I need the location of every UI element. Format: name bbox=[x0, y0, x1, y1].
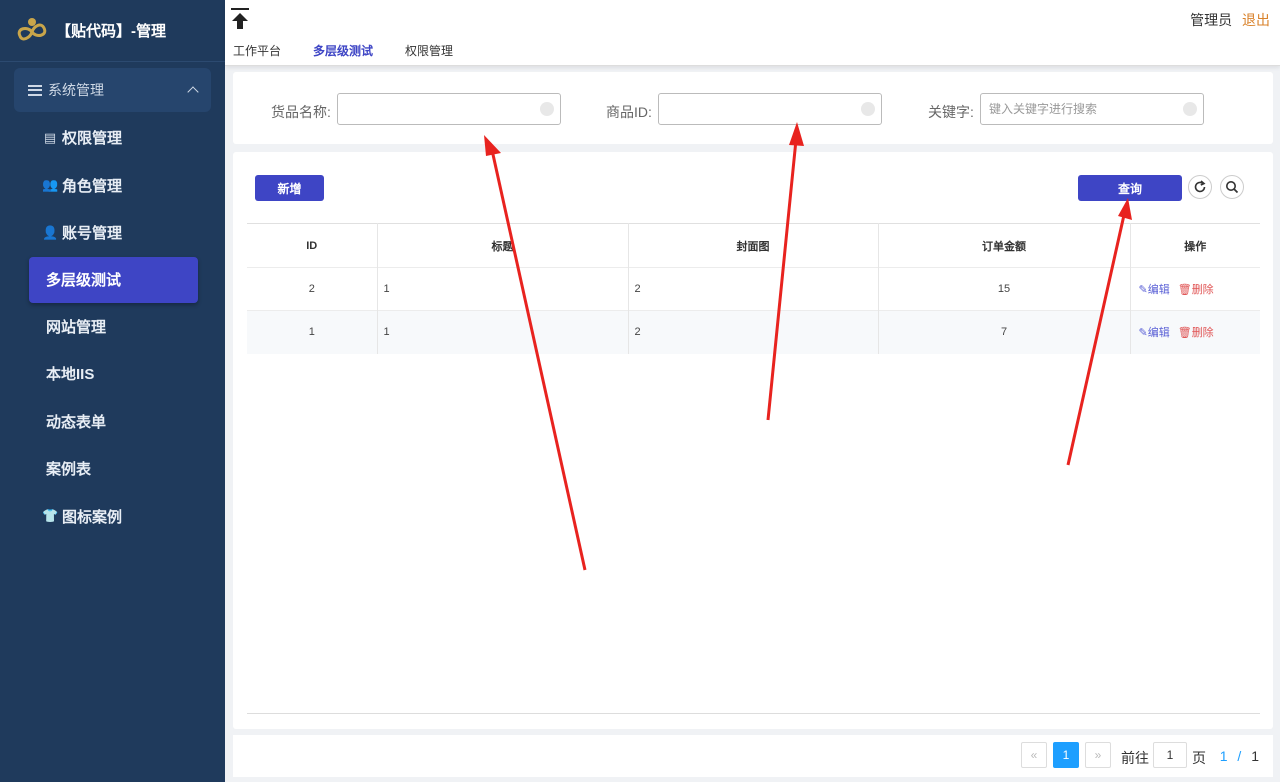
edit-link[interactable]: ✎编辑 bbox=[1139, 284, 1170, 296]
cell-id: 2 bbox=[247, 267, 378, 311]
sidebar-item-roles[interactable]: 👥 角色管理 bbox=[0, 162, 225, 210]
delete-link[interactable]: 🗑删除 bbox=[1178, 327, 1214, 339]
column-header-cover[interactable]: 封面图 bbox=[628, 223, 879, 268]
column-header-id[interactable]: ID bbox=[247, 223, 378, 268]
pagination: « 1 » 前往 1 页 1 / 1 bbox=[233, 735, 1273, 777]
tab-workbench[interactable]: 工作平台 bbox=[233, 42, 281, 59]
keyword-placeholder: 键入关键字进行搜索 bbox=[989, 102, 1098, 116]
sidebar-item-label: 案例表 bbox=[46, 461, 92, 479]
chevron-up-icon bbox=[187, 86, 199, 98]
logo-icon bbox=[17, 17, 47, 40]
sidebar-item-multilevel-test[interactable]: 多层级测试 bbox=[29, 256, 198, 303]
sidebar-item-label: 图标案例 bbox=[62, 508, 123, 526]
add-button[interactable]: 新增 bbox=[255, 175, 324, 201]
keyword-input[interactable]: 键入关键字进行搜索 bbox=[980, 93, 1204, 125]
page-count-total: 1 bbox=[1251, 748, 1259, 764]
sidebar-item-label: 权限管理 bbox=[62, 130, 123, 148]
edit-label: 编辑 bbox=[1147, 284, 1170, 296]
cell-actions: ✎编辑 🗑删除 bbox=[1130, 310, 1260, 354]
sidebar-item-dynamic-form[interactable]: 动态表单 bbox=[0, 398, 225, 446]
sidebar-item-label: 角色管理 bbox=[62, 177, 123, 195]
refresh-button[interactable] bbox=[1188, 175, 1212, 199]
edit-link[interactable]: ✎编辑 bbox=[1139, 327, 1170, 339]
tab-bar: 工作平台 多层级测试 权限管理 bbox=[233, 42, 485, 59]
top-bar: 工作平台 多层级测试 权限管理 管理员 退出 bbox=[225, 0, 1280, 66]
sidebar-item-accounts[interactable]: 👤 账号管理 bbox=[0, 209, 225, 257]
sidebar-item-label: 动态表单 bbox=[46, 413, 107, 431]
clear-icon[interactable] bbox=[861, 102, 875, 116]
delete-label: 删除 bbox=[1191, 284, 1214, 296]
cell-cover: 2 bbox=[628, 267, 879, 311]
cell-amount: 15 bbox=[878, 267, 1131, 311]
page-unit-label: 页 bbox=[1192, 750, 1206, 766]
tab-permissions[interactable]: 权限管理 bbox=[405, 42, 453, 59]
product-id-input[interactable] bbox=[658, 93, 882, 125]
sidebar-item-label: 本地IIS bbox=[46, 366, 95, 384]
cell-amount: 7 bbox=[878, 310, 1131, 354]
column-header-amount[interactable]: 订单金额 bbox=[878, 223, 1131, 268]
menu-icon bbox=[28, 84, 42, 96]
sidebar: 【贴代码】-管理 系统管理 ▤ 权限管理 👥 角色管理 👤 账号管理 多层级测试… bbox=[0, 0, 225, 782]
goto-page-input[interactable]: 1 bbox=[1153, 742, 1187, 768]
cell-actions: ✎编辑 🗑删除 bbox=[1130, 267, 1260, 311]
goto-label: 前往 bbox=[1121, 750, 1149, 766]
sidebar-item-permissions[interactable]: ▤ 权限管理 bbox=[0, 114, 225, 162]
edit-label: 编辑 bbox=[1147, 327, 1170, 340]
user-name[interactable]: 管理员 bbox=[1190, 12, 1232, 28]
prev-page-button[interactable]: « bbox=[1021, 742, 1047, 768]
tshirt-icon: 👕 bbox=[42, 508, 59, 524]
sidebar-item-websites[interactable]: 网站管理 bbox=[0, 303, 225, 351]
column-header-actions: 操作 bbox=[1130, 223, 1260, 268]
brand: 【贴代码】-管理 bbox=[0, 0, 225, 62]
brand-title: 【贴代码】-管理 bbox=[56, 23, 166, 40]
users-icon: 👥 bbox=[42, 177, 59, 193]
cell-cover: 2 bbox=[628, 310, 879, 354]
main-panel: 新增 查询 ID 标题 封面图 订单金额 操作 2 1 2 15 ✎编辑 🗑删除… bbox=[233, 152, 1273, 729]
next-page-button[interactable]: » bbox=[1085, 742, 1111, 768]
user-area: 管理员 退出 bbox=[1190, 10, 1270, 30]
id-card-icon: ▤ bbox=[43, 129, 57, 145]
product-name-input[interactable] bbox=[337, 93, 561, 125]
clear-icon[interactable] bbox=[540, 102, 554, 116]
table-row[interactable]: 1 1 2 7 ✎编辑 🗑删除 bbox=[247, 310, 1260, 354]
table-row[interactable]: 2 1 2 15 ✎编辑 🗑删除 bbox=[247, 267, 1260, 311]
search-button[interactable] bbox=[1220, 175, 1244, 199]
cell-id: 1 bbox=[247, 310, 378, 354]
search-icon bbox=[1226, 181, 1239, 194]
refresh-icon bbox=[1194, 180, 1206, 193]
logout-link[interactable]: 退出 bbox=[1242, 12, 1270, 28]
keyword-label: 关键字: bbox=[928, 104, 974, 120]
filter-panel: 货品名称: 商品ID: 关键字: 键入关键字进行搜索 bbox=[233, 72, 1273, 144]
page-count: 1 / 1 bbox=[1220, 748, 1259, 764]
page-1-button[interactable]: 1 bbox=[1053, 742, 1079, 768]
delete-label: 删除 bbox=[1191, 327, 1214, 340]
cell-title: 1 bbox=[377, 310, 629, 354]
column-header-title[interactable]: 标题 bbox=[377, 223, 629, 268]
sidebar-group-system[interactable]: 系统管理 bbox=[14, 68, 211, 112]
product-name-label: 货品名称: bbox=[271, 104, 331, 120]
sidebar-item-icon-examples[interactable]: 👕 图标案例 bbox=[0, 493, 225, 541]
delete-link[interactable]: 🗑删除 bbox=[1178, 284, 1214, 296]
sidebar-item-label: 多层级测试 bbox=[46, 272, 122, 289]
page-count-separator: / bbox=[1237, 748, 1242, 764]
upload-arrow-icon[interactable] bbox=[230, 8, 250, 30]
product-id-label: 商品ID: bbox=[606, 104, 652, 120]
sidebar-menu: ▤ 权限管理 👥 角色管理 👤 账号管理 多层级测试 网站管理 本地IIS 动态… bbox=[0, 114, 225, 540]
sidebar-group-label: 系统管理 bbox=[48, 82, 104, 98]
sidebar-item-case-table[interactable]: 案例表 bbox=[0, 445, 225, 493]
user-icon: 👤 bbox=[42, 224, 59, 240]
page-count-current: 1 bbox=[1219, 748, 1228, 764]
cell-title: 1 bbox=[377, 267, 629, 311]
table-bottom-divider bbox=[247, 713, 1260, 714]
query-button[interactable]: 查询 bbox=[1078, 175, 1182, 201]
table-header-row: ID 标题 封面图 订单金额 操作 bbox=[247, 223, 1260, 268]
clear-icon[interactable] bbox=[1183, 102, 1197, 116]
data-table: ID 标题 封面图 订单金额 操作 2 1 2 15 ✎编辑 🗑删除 1 1 2 bbox=[247, 223, 1260, 354]
tab-multilevel-test[interactable]: 多层级测试 bbox=[313, 42, 373, 59]
sidebar-item-label: 账号管理 bbox=[62, 225, 123, 243]
sidebar-item-local-iis[interactable]: 本地IIS bbox=[0, 350, 225, 398]
sidebar-item-label: 网站管理 bbox=[46, 318, 107, 336]
